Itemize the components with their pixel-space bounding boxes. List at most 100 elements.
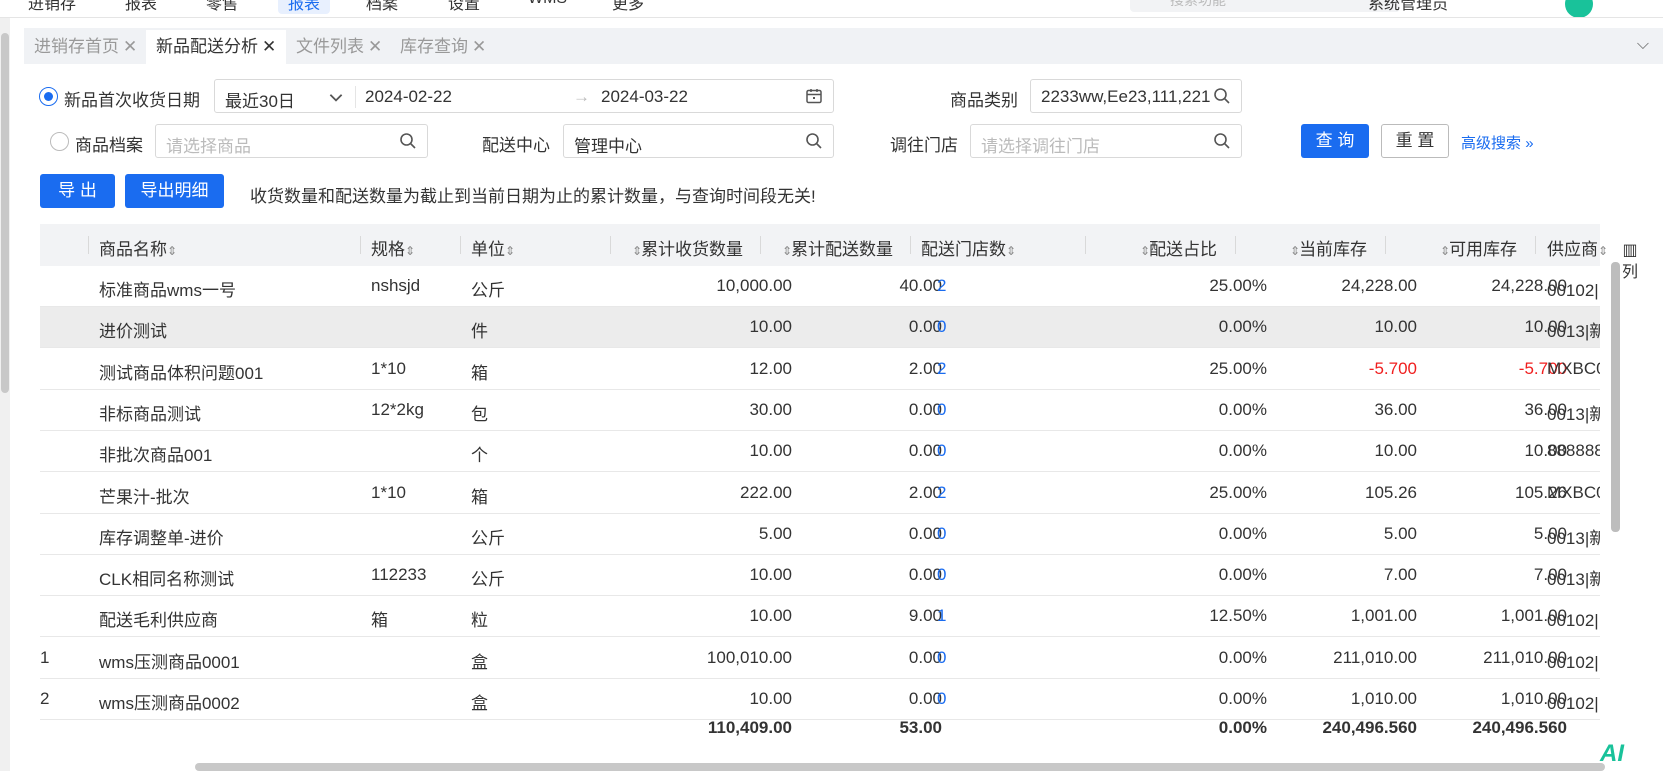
nav-item-active[interactable]: 报表 (278, 0, 331, 14)
tab-stock-query[interactable]: 库存查询 ✕ (390, 30, 497, 64)
export-detail-button[interactable]: 导出明细 (125, 174, 224, 208)
product-input[interactable]: 请选择商品 (155, 124, 428, 158)
tab-file-list[interactable]: 文件列表 ✕ (286, 30, 393, 64)
product-radio[interactable] (50, 132, 69, 151)
chevron-down-icon[interactable]: ⌵ (1637, 36, 1649, 54)
cell-stores[interactable]: 0 (937, 441, 977, 461)
date-radio[interactable] (39, 87, 58, 106)
sort-icon[interactable]: ⇕ (1598, 244, 1608, 258)
sort-icon[interactable]: ⇕ (1140, 244, 1150, 258)
cell-stores[interactable]: 1 (937, 606, 977, 626)
date-range-picker[interactable]: 最近30日 2024-02-22 → 2024-03-22 (214, 79, 834, 113)
avatar[interactable] (1565, 0, 1593, 17)
cell-dist: 0.00 (908, 689, 942, 708)
sort-icon[interactable]: ⇕ (1006, 244, 1016, 258)
global-search-input[interactable]: 搜索功能 (1130, 0, 1400, 12)
cell-stock: 211,010.00 (1333, 647, 1417, 667)
close-icon[interactable]: ✕ (472, 37, 486, 56)
cell-supplier: 0013|新 (1547, 528, 1600, 548)
nav-item-5[interactable]: 设置 (448, 0, 480, 14)
sort-icon[interactable]: ⇕ (405, 244, 415, 258)
th-stores[interactable]: 配送门店数⇕ (921, 235, 1016, 260)
nav-item-4[interactable]: 档案 (366, 0, 398, 14)
th-recv[interactable]: ⇕累计收货数量 (632, 235, 743, 260)
query-button[interactable]: 查 询 (1301, 124, 1369, 158)
cell-stores[interactable]: 0 (937, 689, 977, 709)
table-vertical-scrollbar[interactable] (1611, 262, 1620, 532)
cell-stock: 36.00 (1374, 399, 1417, 419)
export-button[interactable]: 导 出 (40, 174, 115, 208)
sort-icon[interactable]: ⇕ (782, 244, 792, 258)
date-preset-select[interactable]: 最近30日 (225, 87, 295, 112)
th-name[interactable]: 商品名称⇕ (99, 235, 177, 260)
th-avail[interactable]: ⇕可用库存 (1440, 235, 1517, 260)
date-start-input[interactable]: 2024-02-22 (365, 87, 452, 107)
table-row[interactable]: 标准商品wms一号 nshsjd 公斤 10,000.00 40.00 2 25.00% 24… (40, 266, 1600, 307)
column-settings-label: 列 (1621, 264, 1638, 281)
cell-stores[interactable]: 0 (937, 400, 977, 420)
sort-icon[interactable]: ⇕ (1290, 244, 1300, 258)
cell-unit: 箱 (471, 487, 488, 507)
cell-stores[interactable]: 2 (937, 483, 977, 503)
cell-stores[interactable]: 2 (937, 276, 977, 296)
table-row[interactable]: 非标商品测试 12*2kg 包 30.00 0.00 0 0.00% 36.00 36.00 00… (40, 389, 1600, 431)
nav-item-1[interactable]: 报表 (125, 0, 157, 14)
sort-icon[interactable]: ⇕ (1440, 244, 1450, 258)
sort-icon[interactable]: ⇕ (632, 244, 642, 258)
table-horizontal-scrollbar[interactable] (195, 763, 1605, 771)
store-input[interactable]: 请选择调往门店 (970, 124, 1242, 158)
th-ratio[interactable]: ⇕配送占比 (1140, 235, 1217, 260)
total-ratio: 0.00% (1218, 718, 1267, 737)
cell-stores[interactable]: 0 (937, 317, 977, 337)
date-end-input[interactable]: 2024-03-22 (601, 87, 688, 107)
search-icon[interactable] (1213, 132, 1231, 150)
close-icon[interactable]: ✕ (262, 37, 276, 56)
cell-recv: 5.00 (758, 523, 792, 543)
cell-dist: 9.00 (908, 606, 942, 626)
nav-item-0[interactable]: 进销存 (28, 0, 76, 14)
search-icon[interactable] (399, 132, 417, 150)
nav-item-7[interactable]: 更多 (612, 0, 644, 14)
tab-new-product-distribution[interactable]: 新品配送分析 ✕ (146, 30, 287, 64)
close-icon[interactable]: ✕ (123, 37, 137, 56)
table-row[interactable]: 测试商品体积问题001 1*10 箱 12.00 2.00 2 25.00% -5.700 -5… (40, 348, 1600, 390)
th-stock[interactable]: ⇕当前库存 (1290, 235, 1367, 260)
table-row[interactable]: CLK相同名称测试 112233 公斤 10.00 0.00 0 0.00% 7.00 7.00… (40, 555, 1600, 597)
nav-item-2[interactable]: 零售 (206, 0, 238, 14)
ai-badge[interactable]: AI (1600, 740, 1624, 768)
column-settings-button[interactable]: ▥ 列 (1620, 240, 1640, 284)
th-supplier[interactable]: 供应商⇕ (1547, 235, 1608, 260)
search-icon[interactable] (1213, 87, 1231, 105)
left-scrollbar[interactable] (0, 18, 10, 771)
cell-stores[interactable]: 2 (937, 359, 977, 379)
table-row[interactable]: 配送毛利供应商 箱 粒 10.00 9.00 1 12.50% 1,001.00 1,001.0… (40, 596, 1600, 638)
table-row[interactable]: 库存调整单-进价 公斤 5.00 0.00 0 0.00% 5.00 5.00 0013|新 (40, 513, 1600, 555)
cell-ratio: 25.00% (1209, 482, 1267, 502)
user-name[interactable]: 系统管理员 (1368, 0, 1448, 14)
cell-recv: 10.00 (749, 441, 792, 461)
close-icon[interactable]: ✕ (368, 37, 382, 56)
search-icon[interactable] (805, 132, 823, 150)
sort-icon[interactable]: ⇕ (505, 244, 515, 258)
table-row[interactable]: 芒果汁-批次 1*10 箱 222.00 2.00 2 25.00% 105.26 105.26… (40, 472, 1600, 514)
calendar-icon[interactable] (805, 87, 823, 105)
cell-stores[interactable]: 0 (937, 565, 977, 585)
cell-stock: 7.00 (1383, 565, 1417, 585)
th-spec[interactable]: 规格⇕ (371, 235, 415, 260)
left-scrollbar-thumb[interactable] (1, 33, 9, 393)
advanced-search-link[interactable]: 高级搜索 » (1461, 132, 1534, 153)
nav-item-6[interactable]: WMS (528, 0, 567, 8)
reset-button[interactable]: 重 置 (1381, 124, 1449, 158)
th-unit[interactable]: 单位⇕ (471, 235, 515, 260)
cell-dist: 0.00 (908, 317, 942, 337)
table-row[interactable]: 非批次商品001 个 10.00 0.00 0 0.00% 10.00 10.00 888888… (40, 431, 1600, 473)
table-row[interactable]: 进价测试件 10.00 0.00 0 0.00% 10.00 10.00 0013|新 (40, 307, 1600, 349)
tab-home[interactable]: 进销存首页 ✕ (24, 30, 148, 64)
center-input[interactable]: 管理中心 (563, 124, 834, 158)
cell-stores[interactable]: 0 (937, 524, 977, 544)
cell-stores[interactable]: 0 (937, 648, 977, 668)
th-dist[interactable]: ⇕累计配送数量 (782, 235, 893, 260)
table-row[interactable]: 1 wms压测商品0001 盒 100,010.00 0.00 0 0.00% 211,010… (40, 637, 1600, 679)
sort-icon[interactable]: ⇕ (167, 244, 177, 258)
category-input[interactable]: 2233ww,Ee23,111,221 (1030, 79, 1242, 113)
